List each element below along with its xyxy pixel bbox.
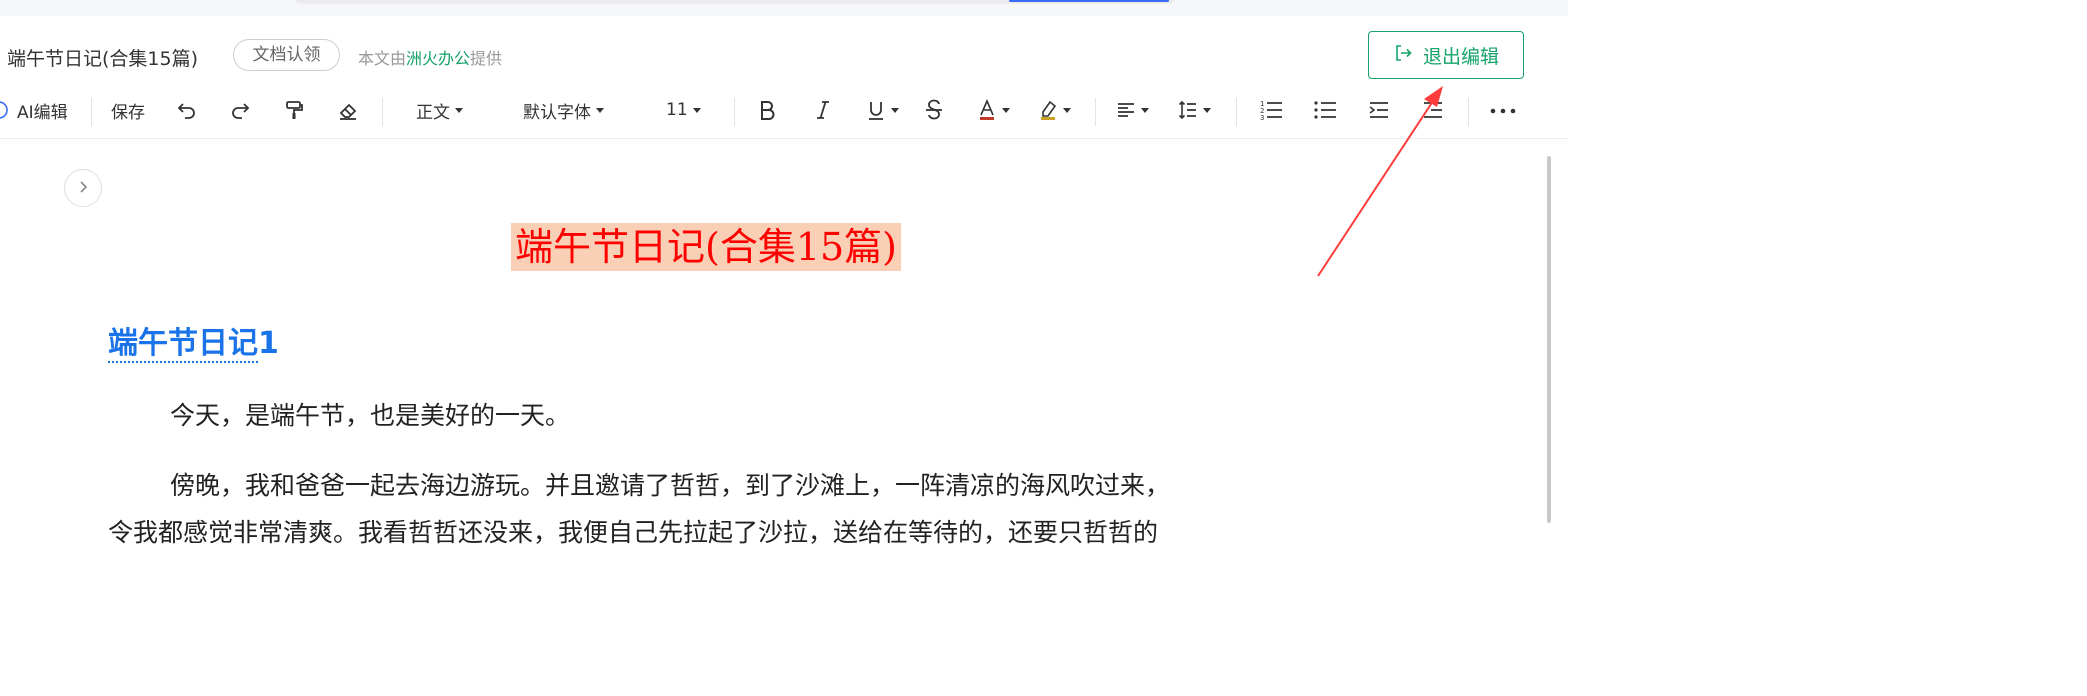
bulleted-list-icon — [1313, 98, 1337, 122]
underline-button[interactable] — [866, 90, 899, 130]
italic-button[interactable] — [813, 90, 833, 130]
chevron-down-icon — [596, 107, 604, 113]
font-size-value: 11 — [666, 100, 688, 120]
heading-number: 1 — [258, 326, 279, 361]
clear-format-button[interactable] — [337, 90, 359, 130]
chevron-right-icon — [76, 179, 90, 198]
strikethrough-button[interactable] — [924, 90, 944, 130]
font-family-select[interactable]: 默认字体 — [523, 90, 604, 130]
numbered-list-button[interactable]: 123 — [1259, 90, 1283, 130]
chevron-down-icon — [1063, 107, 1071, 113]
redo-icon — [229, 99, 251, 121]
body-paragraph[interactable]: 令我都感觉非常清爽。我看哲哲还没来，我便自己先拉起了沙拉，送给在等待的，还要只哲… — [108, 513, 1158, 549]
undo-icon — [176, 99, 198, 121]
provided-prefix: 本文由 — [358, 49, 407, 68]
chevron-down-icon — [891, 107, 899, 113]
toolbar-divider — [382, 98, 383, 126]
line-spacing-button[interactable] — [1178, 90, 1211, 130]
exit-edit-button[interactable]: 退出编辑 — [1368, 31, 1524, 79]
chevron-down-icon — [1141, 107, 1149, 113]
toolbar-divider — [91, 98, 92, 126]
font-color-icon — [977, 99, 997, 121]
font-family-value: 默认字体 — [523, 102, 591, 123]
exit-icon — [1393, 43, 1413, 68]
provided-suffix: 提供 — [470, 49, 503, 68]
browser-top-strip — [0, 0, 1568, 16]
body-paragraph[interactable]: 傍晚，我和爸爸一起去海边游玩。并且邀请了哲哲，到了沙滩上，一阵清凉的海风吹过来， — [170, 466, 1170, 502]
search-bar-accent — [1009, 0, 1169, 2]
bold-button[interactable] — [757, 90, 777, 130]
font-size-select[interactable]: 11 — [666, 90, 701, 130]
format-painter-icon — [283, 99, 305, 121]
align-left-icon — [1116, 99, 1136, 121]
italic-icon — [813, 99, 833, 121]
eraser-icon — [337, 99, 359, 121]
bold-icon — [757, 99, 777, 121]
align-button[interactable] — [1116, 90, 1149, 130]
vertical-scrollbar[interactable] — [1547, 156, 1551, 523]
format-painter-button[interactable] — [283, 90, 305, 130]
top-search-bar[interactable] — [295, 0, 1175, 2]
provider-brand-link[interactable]: 洲火办公 — [406, 49, 470, 68]
redo-button[interactable] — [229, 90, 251, 130]
bulleted-list-button[interactable] — [1313, 90, 1337, 130]
more-options-button[interactable] — [1489, 90, 1517, 130]
highlighter-icon — [1038, 99, 1058, 121]
chevron-down-icon — [1002, 107, 1010, 113]
body-paragraph[interactable]: 今天，是端午节，也是美好的一天。 — [170, 396, 570, 432]
exit-edit-label: 退出编辑 — [1422, 45, 1499, 68]
chevron-down-icon — [1203, 107, 1211, 113]
indent-icon — [1368, 99, 1390, 121]
undo-button[interactable] — [176, 90, 198, 130]
ai-edit-label: AI编辑 — [17, 102, 68, 123]
heading-text: 端午节日记 — [108, 326, 258, 363]
chevron-down-icon — [692, 107, 701, 113]
ai-icon — [0, 99, 12, 121]
line-spacing-icon — [1178, 99, 1198, 121]
toolbar-divider — [1468, 98, 1469, 126]
underline-icon — [866, 99, 886, 121]
editor-toolbar: AI编辑 保存 正文 默认字体 11 1 2 3 — [0, 90, 1550, 132]
decrease-indent-button[interactable] — [1422, 90, 1444, 130]
increase-indent-button[interactable] — [1368, 90, 1390, 130]
ai-edit-button[interactable]: AI编辑 — [0, 90, 68, 130]
strikethrough-icon — [924, 99, 944, 121]
chevron-down-icon — [455, 107, 463, 113]
toolbar-divider-line — [0, 138, 1568, 139]
numbered-list-icon: 123 — [1259, 98, 1283, 122]
document-name: 端午节日记(合集15篇) — [7, 48, 199, 70]
toolbar-divider — [734, 98, 735, 126]
outline-toggle-button[interactable] — [64, 169, 102, 207]
toolbar-divider — [1095, 98, 1096, 126]
save-button[interactable]: 保存 — [111, 90, 145, 130]
highlight-color-button[interactable] — [1038, 90, 1071, 130]
svg-text:3: 3 — [1260, 114, 1264, 122]
paragraph-style-select[interactable]: 正文 — [416, 90, 463, 130]
toolbar-divider — [1236, 98, 1237, 126]
claim-document-button[interactable]: 文档认领 — [233, 39, 340, 71]
title-bar: 端午节日记(合集15篇) 文档认领 本文由洲火办公提供 退出编辑 — [0, 30, 1568, 80]
provided-by-text: 本文由洲火办公提供 — [358, 45, 502, 69]
outdent-icon — [1422, 99, 1444, 121]
paragraph-style-value: 正文 — [416, 102, 450, 123]
more-icon — [1489, 99, 1517, 121]
font-color-button[interactable] — [977, 90, 1010, 130]
document-title[interactable]: 端午节日记(合集15篇) — [511, 223, 902, 271]
section-heading[interactable]: 端午节日记1 — [108, 318, 279, 363]
